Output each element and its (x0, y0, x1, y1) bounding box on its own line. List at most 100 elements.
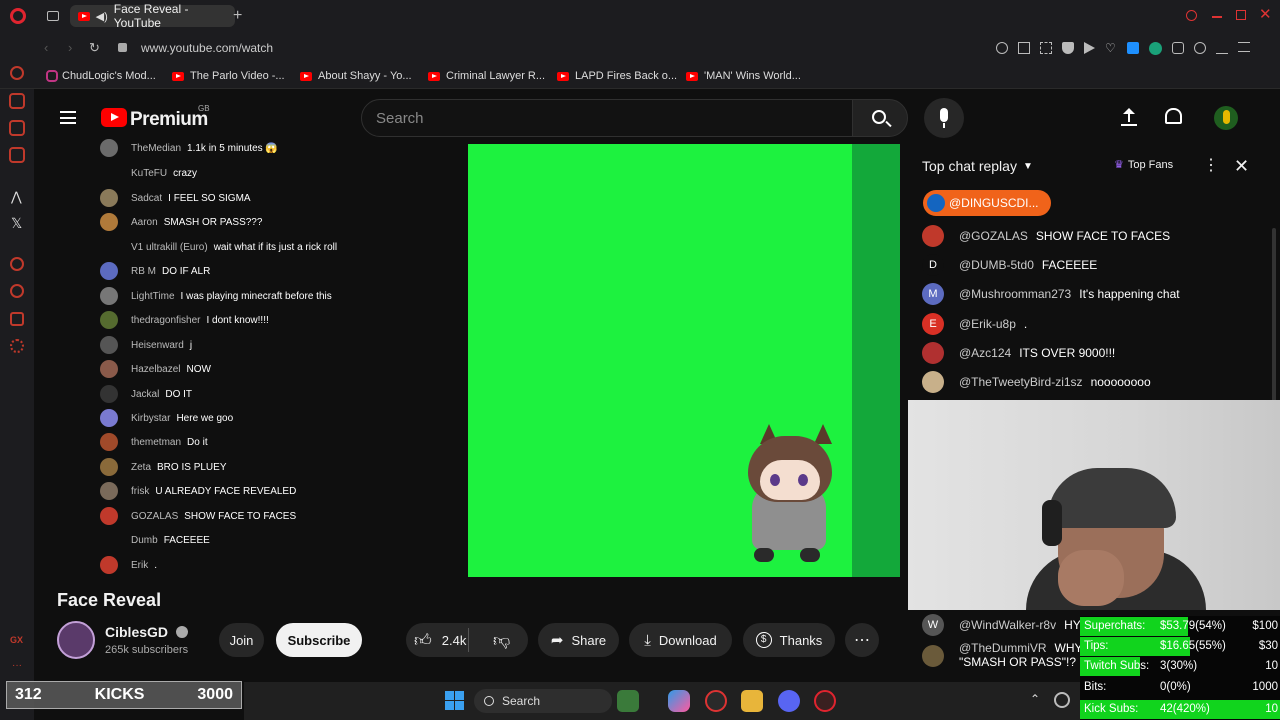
bookmark-instagram-icon[interactable] (46, 70, 58, 82)
aria-icon[interactable] (10, 66, 24, 80)
url-text[interactable]: www.youtube.com/watch (141, 41, 273, 55)
snapshot-icon[interactable] (1040, 42, 1052, 54)
chat-username: TheMedian (131, 142, 182, 154)
download-button[interactable]: ⤓ Download (629, 623, 732, 657)
subscribe-button[interactable]: Subscribe (276, 623, 362, 657)
chat-mode-selector[interactable]: Top chat replay ▼ (922, 158, 1033, 174)
reload-icon[interactable]: ↻ (89, 40, 100, 56)
goal-row: Bits: 0(0%) 1000 (1084, 678, 1278, 696)
goal-target: 10 (1265, 660, 1278, 672)
chat-title: Top chat replay (922, 158, 1017, 174)
zoom-icon[interactable] (996, 42, 1008, 54)
gx-icon[interactable]: GX (10, 635, 23, 645)
clock-icon[interactable] (10, 284, 24, 298)
shield-icon[interactable] (1062, 42, 1074, 54)
speed-dial-icon[interactable] (9, 93, 25, 109)
hamburger-menu-icon[interactable] (60, 111, 76, 124)
pinned-supporter-chip[interactable]: @DINGUSCDI... (923, 190, 1051, 216)
extensions-icon[interactable] (10, 312, 24, 326)
more-actions-button[interactable]: ⋯ (845, 623, 879, 657)
close-window-button[interactable]: ✕ (1259, 5, 1272, 23)
avatar (100, 433, 118, 451)
extension-color-icon[interactable] (1127, 42, 1139, 54)
more-options-icon[interactable]: ⋮ (1203, 158, 1219, 174)
channel-avatar[interactable] (57, 621, 95, 659)
heart-icon[interactable]: ♡ (1105, 42, 1117, 54)
forward-icon[interactable]: › (68, 40, 72, 55)
tab-overview-icon[interactable] (47, 11, 59, 21)
notifications-bell-icon[interactable] (1165, 108, 1182, 124)
bookmark-item[interactable]: About Shayy - Yo... (300, 70, 412, 82)
start-button-icon[interactable] (445, 691, 464, 710)
puzzle-icon[interactable] (1172, 42, 1184, 54)
opera-gx-taskbar-icon[interactable] (814, 690, 836, 712)
maximize-button[interactable] (1236, 10, 1246, 20)
account-icon[interactable] (1194, 42, 1206, 54)
chat-message: thedragonfisher I dont know!!!! (100, 310, 269, 330)
share-button[interactable]: ➦ Share (538, 623, 619, 657)
goal-target: $100 (1252, 620, 1278, 632)
menu-icon[interactable] (1238, 42, 1250, 52)
search-tabs-icon[interactable] (1186, 10, 1197, 21)
channel-name[interactable]: CiblesGD (105, 624, 188, 640)
mic-icon (940, 108, 948, 122)
download-icon[interactable] (1216, 42, 1228, 54)
thumbs-up-icon: 👍︎ (414, 631, 432, 650)
upload-icon[interactable] (1121, 108, 1137, 126)
youtube-logo-icon[interactable] (101, 108, 127, 127)
account-avatar[interactable] (1214, 106, 1238, 130)
send-icon[interactable] (1084, 42, 1095, 54)
chat-scrollbar[interactable] (1272, 228, 1276, 404)
voice-search-button[interactable] (924, 98, 964, 138)
minimize-button[interactable] (1212, 16, 1222, 18)
search-input[interactable]: Search (361, 99, 853, 137)
chat-username: Kirbystar (131, 412, 171, 424)
history-icon[interactable] (10, 257, 24, 271)
video-title: Face Reveal (57, 590, 162, 610)
thanks-button[interactable]: $ Thanks (743, 623, 835, 657)
new-tab-button[interactable]: + (233, 7, 242, 25)
taskbar-widget-icon[interactable] (617, 690, 639, 712)
bookmark-item[interactable]: ChudLogic's Mod... (62, 70, 156, 82)
bookmark-item[interactable]: Criminal Lawyer R... (428, 70, 545, 82)
chat-username: Heisenward (131, 339, 184, 351)
more-icon[interactable]: ··· (12, 660, 22, 671)
share-label: Share (571, 632, 607, 648)
obs-icon[interactable] (705, 690, 727, 712)
plush-eye (798, 474, 808, 486)
opera-logo-icon[interactable] (10, 8, 26, 24)
tab-face-reveal[interactable]: ◀) Face Reveal - YouTube (70, 2, 235, 30)
bookmark-item[interactable]: The Parlo Video -... (172, 70, 285, 82)
chat-message: Hazelbazel NOW (100, 359, 211, 379)
pin-icon[interactable] (1018, 42, 1030, 54)
top-fans-button[interactable]: ♛ Top Fans (1114, 158, 1173, 172)
chat-text: . (154, 559, 158, 571)
taskbar-search[interactable]: Search (474, 689, 612, 713)
join-button[interactable]: Join (219, 623, 264, 657)
show-hidden-icons[interactable]: ⌃ (1030, 692, 1040, 706)
tiktok-icon[interactable]: ⋀ (11, 189, 22, 205)
bookmark-item[interactable]: LAPD Fires Back o... (557, 70, 677, 82)
like-button[interactable]: 👍︎ 2.4k (414, 630, 466, 651)
tray-app-icon[interactable] (1054, 692, 1070, 708)
youtube-premium-logo[interactable]: Premium (130, 109, 208, 131)
discord-icon[interactable] (778, 690, 800, 712)
mail-icon[interactable] (9, 147, 25, 163)
close-chat-icon[interactable]: ✕ (1234, 156, 1249, 177)
messenger-icon[interactable] (9, 120, 25, 136)
extension-a-icon[interactable] (1149, 42, 1162, 55)
file-explorer-icon[interactable] (741, 690, 763, 712)
back-icon[interactable]: ‹ (44, 40, 48, 55)
search-button[interactable] (852, 99, 908, 137)
copilot-icon[interactable] (668, 690, 690, 712)
avatar (100, 409, 118, 427)
speaker-icon[interactable]: ◀) (96, 10, 108, 23)
chat-message: Sadcat I FEEL SO SIGMA (100, 188, 251, 208)
x-icon[interactable]: 𝕏 (11, 215, 22, 232)
chat-username: @TheTweetyBird-zi1sz (959, 375, 1083, 389)
dislike-button[interactable]: 👎︎ (493, 630, 510, 651)
chat-message: M @Mushroomman273 It's happening chat (922, 282, 1180, 306)
bookmark-item[interactable]: 'MAN' Wins World... (686, 70, 801, 82)
settings-icon[interactable] (10, 339, 24, 353)
avatar (922, 371, 944, 393)
